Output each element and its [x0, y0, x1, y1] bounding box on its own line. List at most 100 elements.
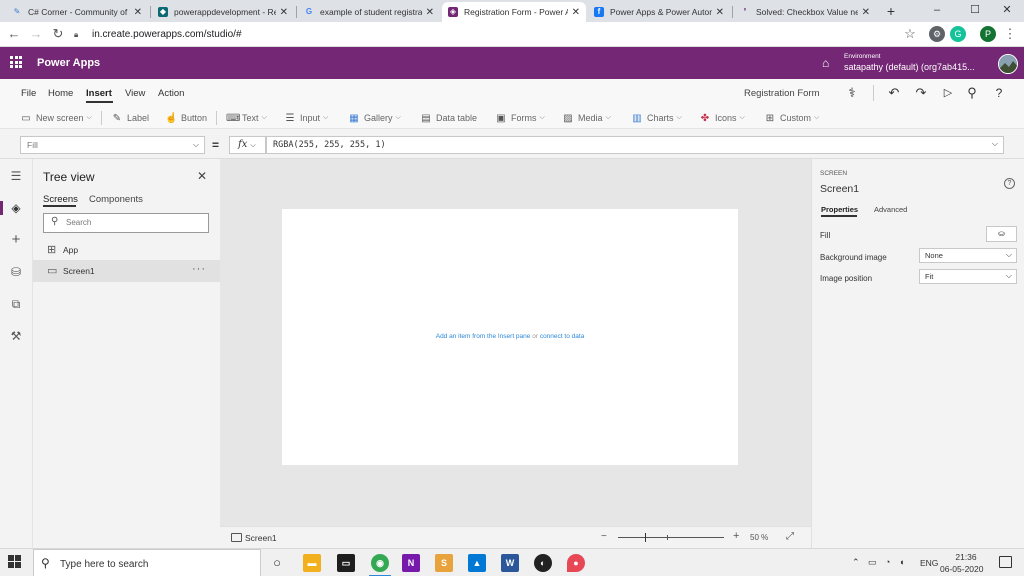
clock-time[interactable]: 21:36 [954, 552, 978, 562]
expand-formula-icon[interactable]: ⌵ [992, 139, 998, 149]
menu-view[interactable]: View [125, 88, 145, 99]
browser-tab-google-search[interactable]: G example of student registration form ✕ [298, 2, 440, 22]
new-screen-button[interactable]: ▭ New screen ⌵ [20, 111, 92, 125]
hamburger-menu-icon[interactable]: ☰ [7, 167, 25, 185]
gallery-dropdown[interactable]: ▦ Gallery ⌵ [348, 111, 401, 125]
photos-icon[interactable]: ▲ [468, 554, 486, 572]
zoom-in-button[interactable]: + [733, 530, 739, 542]
tree-item-app[interactable]: ⊞ App [33, 239, 220, 261]
redo-icon[interactable]: ↷ [911, 83, 931, 103]
media-dropdown[interactable]: ▨ Media ⌵ [562, 111, 611, 125]
tab-advanced[interactable]: Advanced [874, 205, 907, 214]
button-button[interactable]: ☝ Button [165, 111, 207, 125]
close-tab-icon[interactable]: ✕ [280, 7, 288, 18]
menu-home[interactable]: Home [48, 88, 73, 99]
profile-avatar[interactable]: P [980, 26, 996, 42]
browser-tab-csharp-corner[interactable]: ✎ C# Corner - Community of Software and … [6, 2, 148, 22]
close-icon[interactable]: ✕ [197, 169, 207, 183]
share-user-icon[interactable]: ⚲ [962, 83, 982, 103]
insert-plus-icon[interactable]: + [7, 231, 25, 249]
app-checker-icon[interactable]: ⚕ [842, 83, 862, 103]
label-button[interactable]: ✎ Label [111, 111, 149, 125]
environment-name[interactable]: satapathy (default) (org7ab415... [844, 62, 975, 72]
tab-properties[interactable]: Properties [821, 205, 858, 214]
input-language[interactable]: ENG [920, 558, 938, 568]
new-tab-button[interactable]: + [882, 2, 900, 20]
tab-screens[interactable]: Screens [43, 194, 78, 205]
browser-tab-registration-form[interactable]: ◈ Registration Form - Power Apps ✕ [442, 2, 586, 22]
background-image-dropdown[interactable]: None ⌵ [919, 248, 1017, 263]
xbox-icon[interactable]: ◐ [534, 554, 552, 572]
insert-pane-link[interactable]: Add an item from the Insert pane [436, 333, 531, 340]
screen1-canvas[interactable]: Add an item from the Insert pane or conn… [282, 209, 738, 465]
onenote-icon[interactable]: N [402, 554, 420, 572]
connect-data-link[interactable]: connect to data [540, 333, 584, 340]
custom-dropdown[interactable]: ⊞ Custom ⌵ [764, 111, 820, 125]
close-tab-icon[interactable]: ✕ [426, 7, 434, 18]
close-tab-icon[interactable]: ✕ [134, 7, 142, 18]
data-table-button[interactable]: ▤ Data table [420, 111, 477, 125]
browser-tab-powerappdevelopment[interactable]: ◆ powerappdevelopment - Registration ✕ [152, 2, 294, 22]
formula-input[interactable]: RGBA(255, 255, 255, 1) ⌵ [266, 136, 1004, 154]
zoom-out-button[interactable]: − [601, 531, 607, 542]
fill-color-picker[interactable]: ⛀ [986, 226, 1017, 242]
more-options-icon[interactable]: ··· [192, 263, 206, 275]
back-arrow-icon[interactable]: ← [6, 26, 22, 42]
data-cylinder-icon[interactable]: ⛁ [7, 263, 25, 281]
media-icon[interactable]: ⧉ [7, 295, 25, 313]
chrome-icon[interactable]: ◉ [371, 554, 389, 572]
clock-date[interactable]: 06-05-2020 [940, 564, 983, 574]
input-dropdown[interactable]: ☰ Input ⌵ [284, 111, 329, 125]
menu-action[interactable]: Action [158, 88, 184, 99]
tab-components[interactable]: Components [89, 194, 143, 205]
maximize-button[interactable]: ☐ [958, 0, 992, 22]
tree-view-layers-icon[interactable]: ◈ [7, 199, 25, 217]
address-bar[interactable]: 🔒︎ in.create.powerapps.com/studio/# [74, 25, 922, 44]
windows-start-icon[interactable] [8, 555, 22, 569]
reload-icon[interactable]: ↻ [50, 26, 66, 42]
grammarly-icon[interactable]: G [950, 26, 966, 42]
zoom-slider-thumb[interactable] [645, 533, 646, 542]
help-icon[interactable]: ? [1004, 178, 1015, 189]
cmd-icon[interactable]: ▭ [337, 554, 355, 572]
chrome-menu-icon[interactable]: ⋮ [1002, 26, 1018, 42]
bookmark-star-icon[interactable]: ☆ [902, 26, 918, 42]
fit-to-window-icon[interactable]: ⤢ [786, 531, 794, 542]
close-tab-icon[interactable]: ✕ [572, 7, 580, 18]
app-name-button[interactable]: Registration Form [744, 88, 820, 99]
taskbar-search-box[interactable]: ⚲ Type here to search [33, 549, 261, 576]
preview-play-icon[interactable]: ▷ [938, 83, 958, 103]
help-icon[interactable]: ? [989, 83, 1009, 103]
notification-center-icon[interactable] [999, 556, 1012, 568]
forms-dropdown[interactable]: ▣ Forms ⌵ [495, 111, 545, 125]
menu-file[interactable]: File [21, 88, 36, 99]
close-tab-icon[interactable]: ✕ [716, 7, 724, 18]
minimize-button[interactable]: – [920, 0, 954, 22]
menu-insert[interactable]: Insert [86, 88, 112, 99]
image-position-dropdown[interactable]: Fit ⌵ [919, 269, 1017, 284]
tree-item-screen1[interactable]: ▭ Screen1 ··· [33, 260, 220, 282]
close-window-button[interactable]: ✕ [990, 0, 1024, 22]
paint-icon[interactable]: ● [567, 554, 585, 572]
extension-icon[interactable]: ⚙ [929, 26, 945, 42]
text-dropdown[interactable]: ⌨ Text ⌵ [226, 111, 267, 125]
function-button[interactable]: fx ⌵ [229, 136, 266, 154]
cortana-icon[interactable]: ○ [268, 554, 286, 572]
property-dropdown[interactable]: Fill ⌵ [20, 136, 205, 154]
charts-dropdown[interactable]: ▥ Charts ⌵ [631, 111, 682, 125]
close-tab-icon[interactable]: ✕ [862, 7, 870, 18]
undo-icon[interactable]: ↶ [884, 83, 904, 103]
zoom-slider[interactable] [618, 537, 724, 538]
sublime-icon[interactable]: S [435, 554, 453, 572]
user-avatar[interactable] [998, 54, 1018, 74]
browser-tab-checkbox-solved[interactable]: ❜ Solved: Checkbox Value needed ✕ [734, 2, 876, 22]
word-icon[interactable]: W [501, 554, 519, 572]
forward-arrow-icon[interactable]: → [28, 26, 44, 42]
icons-dropdown[interactable]: ✤ Icons ⌵ [699, 111, 745, 125]
advanced-tools-icon[interactable]: ⚒ [7, 327, 25, 345]
system-tray-icons[interactable]: ⌃ ▭ ◔ ◖ [852, 557, 907, 568]
browser-tab-power-apps-automate[interactable]: f Power Apps & Power Automate ✕ [588, 2, 730, 22]
current-screen-label[interactable]: Screen1 [245, 533, 277, 543]
tree-search-input[interactable]: ⚲ Search [43, 213, 209, 233]
app-launcher-icon[interactable] [10, 56, 22, 68]
